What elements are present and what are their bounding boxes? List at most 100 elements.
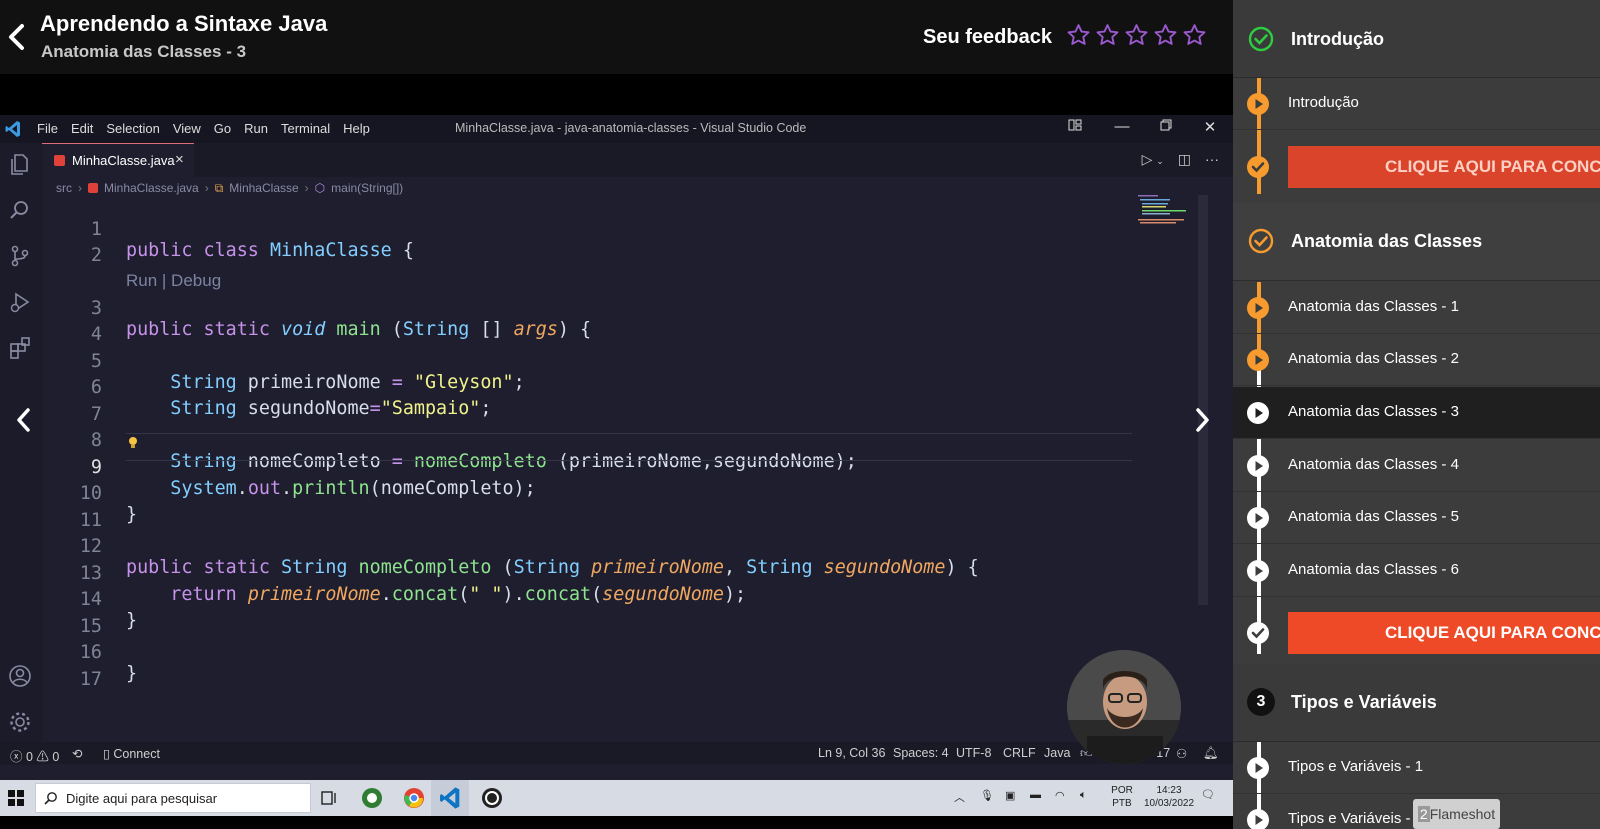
menu-file[interactable]: File: [37, 121, 58, 136]
input-language[interactable]: POR PTB: [1107, 784, 1137, 810]
complete-section-button[interactable]: CLIQUE AQUI PARA CONC: [1288, 146, 1600, 188]
eol-status[interactable]: CRLF: [1003, 746, 1036, 760]
search-icon[interactable]: [7, 197, 33, 223]
problems-status[interactable]: ⓧ 0 ⚠ 0: [10, 746, 59, 765]
chrome-icon[interactable]: [402, 786, 426, 810]
lesson-item[interactable]: Anatomia das Classes - 2: [1233, 334, 1600, 386]
notification-center-icon[interactable]: 🗨︎: [1201, 788, 1215, 801]
chevron-right-icon: ›: [304, 181, 309, 195]
tab-minhaclasse[interactable]: MinhaClasse.java ×: [42, 143, 194, 177]
menu-terminal[interactable]: Terminal: [281, 121, 330, 136]
code-line: 3 public static void main (String [] arg…: [42, 277, 1160, 340]
cursor-position[interactable]: Ln 9, Col 36: [818, 746, 885, 760]
code-line: 15: [42, 595, 1160, 637]
star-icon[interactable]: [1066, 22, 1091, 48]
star-icon[interactable]: [1124, 22, 1149, 48]
java-file-icon: [54, 155, 65, 166]
menu-go[interactable]: Go: [214, 121, 231, 136]
section-tipos-variaveis[interactable]: 3 Tipos e Variáveis: [1233, 664, 1600, 742]
extensions-icon[interactable]: [7, 335, 33, 361]
codelens-row: Run | Debug: [42, 250, 1160, 290]
tray-chevron-up-icon[interactable]: ︿: [954, 789, 965, 805]
complete-section-button[interactable]: CLIQUE AQUI PARA CONC: [1288, 612, 1600, 654]
star-icon[interactable]: [1153, 22, 1178, 48]
windows-start-icon[interactable]: [8, 790, 24, 806]
volume-icon[interactable]: 🔈︎: [1080, 789, 1087, 802]
lesson-item[interactable]: Tipos e Variáveis - 1: [1233, 742, 1600, 794]
vscode-titlebar: File Edit Selection View Go Run Terminal…: [0, 115, 1233, 143]
restore-icon[interactable]: [1151, 118, 1181, 135]
lesson-item[interactable]: Introdução: [1233, 78, 1600, 130]
star-icon[interactable]: [1095, 22, 1120, 48]
menu-run[interactable]: Run: [244, 121, 268, 136]
lesson-item[interactable]: Anatomia das Classes - 4: [1233, 440, 1600, 492]
breadcrumb: src › MinhaClasse.java › ⧉ MinhaClasse ›…: [56, 179, 403, 197]
breadcrumb-src[interactable]: src: [56, 181, 72, 195]
section-number-badge: 3: [1247, 688, 1275, 716]
obs-icon[interactable]: [480, 786, 504, 810]
next-lesson-arrow-icon[interactable]: [1178, 388, 1226, 452]
battery-icon[interactable]: ▬: [1030, 789, 1041, 801]
section-introducao[interactable]: Introdução: [1233, 0, 1600, 78]
wifi-icon[interactable]: ◠: [1055, 789, 1065, 802]
player-header: Aprendendo a Sintaxe Java Anatomia das C…: [0, 0, 1233, 74]
close-icon[interactable]: ✕: [1195, 118, 1225, 136]
video-letterbox: [0, 74, 1233, 115]
lesson-item[interactable]: Anatomia das Classes - 6: [1233, 545, 1600, 597]
code-editor[interactable]: 1 public class MinhaClasse { 2 Run | Deb…: [42, 198, 1160, 758]
display-icon[interactable]: ▣: [1005, 789, 1015, 802]
lesson-item[interactable]: Anatomia das Classes - 1: [1233, 282, 1600, 334]
lightbulb-icon[interactable]: [128, 436, 138, 450]
star-icon[interactable]: [1182, 22, 1207, 48]
menu-view[interactable]: View: [173, 121, 201, 136]
game-app-icon[interactable]: [360, 786, 384, 810]
section-anatomia[interactable]: Anatomia das Classes: [1233, 203, 1600, 281]
source-control-icon[interactable]: [7, 243, 33, 269]
account-icon[interactable]: [7, 663, 33, 689]
taskbar-search-input[interactable]: Digite aqui para pesquisar: [35, 783, 311, 813]
previous-lesson-arrow-icon[interactable]: [0, 388, 48, 452]
breadcrumb-file[interactable]: MinhaClasse.java: [104, 181, 199, 195]
menu-edit[interactable]: Edit: [71, 121, 93, 136]
breadcrumb-class[interactable]: MinhaClasse: [229, 181, 298, 195]
language-status[interactable]: Java: [1044, 746, 1070, 760]
task-view-icon[interactable]: [317, 786, 341, 810]
notifications-icon[interactable]: 🔔︎: [1203, 746, 1219, 761]
menu-selection[interactable]: Selection: [106, 121, 159, 136]
connect-status[interactable]: ▯ Connect: [103, 746, 160, 761]
section-title: Introdução: [1291, 29, 1384, 49]
sync-icon[interactable]: ⟲: [72, 746, 82, 761]
settings-gear-icon[interactable]: [7, 709, 33, 735]
encoding-status[interactable]: UTF-8: [956, 746, 991, 760]
feedback-icon[interactable]: ⚇: [1176, 746, 1187, 761]
indentation-status[interactable]: Spaces: 4: [893, 746, 949, 760]
menu-help[interactable]: Help: [343, 121, 370, 136]
split-editor-icon[interactable]: ◫: [1178, 151, 1191, 168]
play-circle-icon: [1247, 507, 1269, 529]
flameshot-popup[interactable]: 2 Flameshot: [1413, 799, 1500, 829]
run-file-icon[interactable]: ▷ ⌄: [1142, 151, 1164, 168]
explorer-icon[interactable]: [7, 151, 33, 177]
back-arrow-icon[interactable]: [4, 20, 28, 54]
more-actions-icon[interactable]: ···: [1205, 151, 1219, 168]
microphone-icon[interactable]: 🎙︎: [980, 789, 994, 802]
current-line-highlight: [126, 433, 1132, 461]
vscode-logo-icon: [5, 121, 20, 137]
flameshot-label: Flameshot: [1429, 806, 1496, 822]
minimap[interactable]: [1138, 195, 1190, 235]
vscode-taskbar-icon[interactable]: [438, 786, 462, 810]
code-line: 4: [42, 303, 1160, 345]
layout-icon[interactable]: [1060, 118, 1090, 136]
editor-actions: ▷ ⌄ ◫ ···: [1142, 151, 1219, 168]
minimize-icon[interactable]: —: [1107, 118, 1137, 135]
tab-close-icon[interactable]: ×: [175, 151, 184, 168]
breadcrumb-method[interactable]: main(String[]): [331, 181, 403, 195]
taskbar-clock[interactable]: 14:23 10/03/2022: [1143, 784, 1195, 810]
windows-taskbar: Digite aqui para pesquisar ︿ 🎙︎ ▣ ▬ ◠ 🔈︎…: [0, 780, 1233, 816]
line-number: 17: [79, 669, 102, 690]
feedback-label: Seu feedback: [923, 26, 1052, 48]
run-debug-icon[interactable]: [7, 289, 33, 315]
lesson-item-active[interactable]: Anatomia das Classes - 3: [1233, 387, 1600, 439]
course-sidebar: Introdução Introdução CLIQUE AQUI PARA C…: [1233, 0, 1600, 829]
lesson-item[interactable]: Anatomia das Classes - 5: [1233, 492, 1600, 544]
